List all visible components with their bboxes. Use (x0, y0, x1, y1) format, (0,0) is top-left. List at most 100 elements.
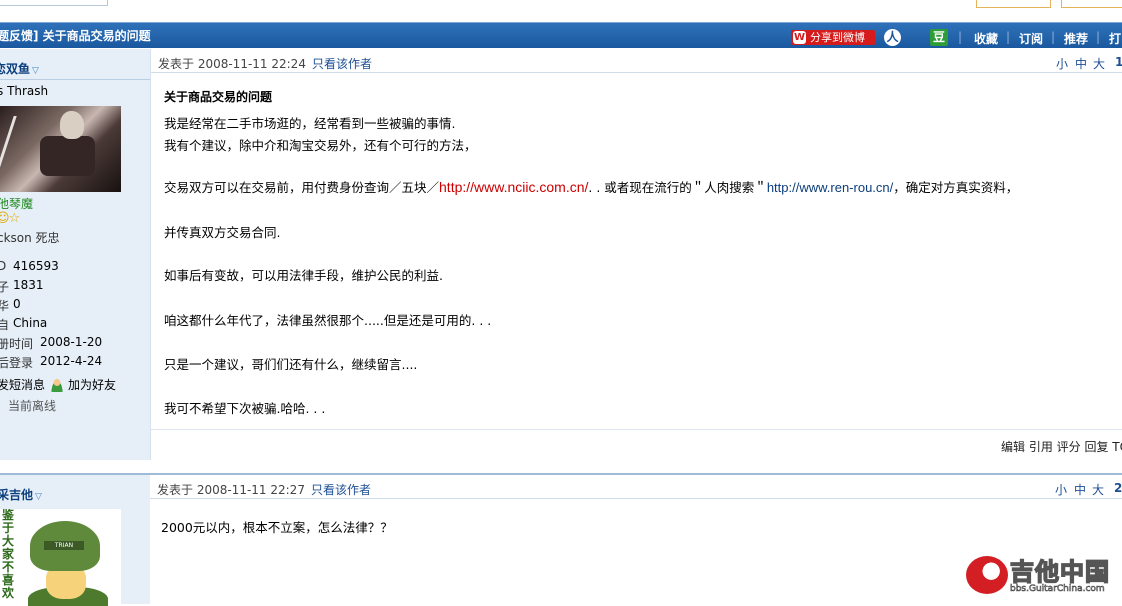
avatar-caption: 鉴于大家不喜欢 (2, 509, 15, 600)
stat-label: 自 (0, 318, 10, 332)
author-sidebar: 恋双鱼 ▽ s Thrash 他琴魔 ☺☆ ckson 死忠 D 416593 子1… (0, 49, 150, 460)
post-line: 我可不希望下次被骗.哈哈. . . (164, 401, 326, 416)
rank-stars-icon: ☺☆ (0, 211, 20, 226)
stat-label: 册时间 (0, 337, 34, 351)
weibo-icon: W (793, 31, 806, 44)
chevron-down-icon[interactable]: ▽ (35, 492, 42, 502)
stat-posts: 子 1831 (0, 278, 44, 295)
stat-label: 华 (0, 299, 10, 313)
author-name-text[interactable]: 恋双鱼 (0, 62, 30, 76)
post-header: 发表于 2008-11-11 22:24 只看该作者 小 中 大 1 (151, 49, 1122, 73)
watermark-text: 吉他中国 (1009, 557, 1110, 587)
renrou-link[interactable]: http://www.ren-rou.cn/ (767, 180, 893, 195)
add-friend-link[interactable]: 加为好友 (68, 378, 116, 392)
post-operations[interactable]: 编辑 引用 评分 回复 TO (1001, 438, 1122, 455)
post-text: . . 或者现在流行的＂人肉搜索＂ (588, 180, 767, 195)
post-line: 2000元以内，根本不立案，怎么法律？？ (161, 520, 393, 535)
guitarchina-logo-icon (966, 556, 1008, 594)
online-status: 当前离线 (8, 399, 57, 413)
floor-number[interactable]: 2 (1114, 481, 1122, 495)
subscribe-button[interactable]: 订阅 (1019, 30, 1043, 47)
post-title: 关于商品交易的问题 (164, 90, 273, 104)
avatar-body-shape (40, 136, 95, 176)
thread-title-bar: 题反馈] 关于商品交易的问题 W 分享到微博 人 豆 | 收藏 | 订阅 | 推… (0, 22, 1122, 48)
font-large-button[interactable]: 大 (1093, 55, 1105, 72)
font-small-button[interactable]: 小 (1055, 481, 1067, 498)
avatar: 鉴于大家不喜欢 TRIAN (0, 509, 121, 606)
post-text: 交易双方可以在交易前，用付费身份查询／五块／ (164, 180, 440, 195)
favorite-button[interactable]: 收藏 (974, 30, 998, 47)
author-sidebar: 采吉他 ▽ 鉴于大家不喜欢 TRIAN (0, 473, 150, 606)
renren-share-icon[interactable]: 人 (884, 29, 901, 46)
post-line: 并传真双方交易合同. (164, 225, 281, 240)
avatar (0, 106, 121, 192)
stat-label: D (0, 259, 7, 273)
author-rank: 他琴魔 (0, 197, 34, 211)
divider: | (958, 30, 963, 44)
reply-button-fragment[interactable] (1061, 0, 1122, 8)
post-1: 恋双鱼 ▽ s Thrash 他琴魔 ☺☆ ckson 死忠 D 416593 子1… (0, 49, 1122, 460)
post-button-fragment[interactable] (976, 0, 1051, 8)
search-box-fragment[interactable] (0, 0, 108, 6)
post-line: 咱这都什么年代了，法律虽然很那个.....但是还是可用的. . . (164, 313, 492, 328)
nciic-link[interactable]: http://www.nciic.com.cn/ (439, 179, 588, 195)
post-footer: 编辑 引用 评分 回复 TO (151, 429, 1122, 460)
share-weibo-label: 分享到微博 (810, 31, 865, 44)
stat-register-date: 册时间 2008-1-20 (0, 335, 102, 352)
sidebar-divider (0, 79, 150, 80)
author-name-text[interactable]: 采吉他 (0, 488, 33, 502)
chevron-down-icon[interactable]: ▽ (32, 66, 39, 76)
stat-value: China (13, 316, 48, 330)
post-line: 只是一个建议，哥们们还有什么，继续留言.... (164, 357, 418, 372)
watermark-url: bbs.GuitarChina.com (1010, 584, 1105, 595)
send-message-link[interactable]: 发短消息 (0, 378, 45, 392)
font-medium-button[interactable]: 中 (1074, 481, 1086, 498)
stat-label: 后登录 (0, 356, 34, 370)
stat-value: 0 (13, 297, 21, 311)
font-small-button[interactable]: 小 (1056, 55, 1068, 72)
author-tagline: ckson 死忠 (0, 231, 60, 245)
post-body: 发表于 2008-11-11 22:24 只看该作者 小 中 大 1 关于商品交易… (150, 49, 1122, 460)
author-name[interactable]: 采吉他 ▽ (0, 486, 42, 503)
post-line: 我是经常在二手市场逛的，经常看到一些被骗的事情. (164, 116, 456, 131)
floor-number[interactable]: 1 (1115, 55, 1122, 69)
divider: | (1051, 30, 1056, 44)
stat-value: 2012-4-24 (40, 354, 103, 368)
author-name[interactable]: 恋双鱼 ▽ (0, 60, 39, 77)
share-weibo-button[interactable]: W 分享到微博 (791, 30, 875, 45)
stat-label: 子 (0, 280, 10, 294)
avatar-guitar-shape (0, 116, 44, 176)
divider: | (1006, 30, 1011, 44)
stat-digest: 华0 (0, 297, 21, 314)
site-watermark: 吉他中国 bbs.GuitarChina.com (966, 552, 1122, 604)
author-actions: 发短消息 加为好友 (0, 376, 116, 393)
divider: | (1096, 30, 1101, 44)
stat-value: 416593 (13, 259, 59, 273)
post-header: 发表于 2008-11-11 22:27 只看该作者 小 中 大 2 (150, 475, 1122, 499)
thread-title: 题反馈] 关于商品交易的问题 (0, 29, 151, 43)
stat-uid: D 416593 (0, 259, 59, 273)
stat-value: 1831 (13, 278, 44, 292)
print-button[interactable]: 打 (1109, 30, 1121, 47)
top-strip (0, 0, 1122, 22)
avatar-face-shape (60, 111, 84, 139)
add-friend-icon[interactable] (50, 378, 65, 392)
douban-share-icon[interactable]: 豆 (930, 29, 948, 46)
author-only-link[interactable]: 只看该作者 (311, 483, 371, 497)
stat-value: 2008-1-20 (40, 335, 103, 349)
post-line: 交易双方可以在交易前，用付费身份查询／五块／http://www.nciic.c… (164, 177, 1018, 196)
post-date: 发表于 2008-11-11 22:24 (158, 57, 306, 71)
post-text: ，确定对方真实资料， (893, 180, 1019, 195)
post-date: 发表于 2008-11-11 22:27 (157, 483, 305, 497)
post-line: 如事后有变故，可以用法律手段，维护公民的利益. (164, 268, 443, 283)
avatar-helmet-band: TRIAN (44, 541, 84, 550)
font-large-button[interactable]: 大 (1092, 481, 1104, 498)
font-medium-button[interactable]: 中 (1075, 55, 1087, 72)
recommend-button[interactable]: 推荐 (1064, 30, 1088, 47)
stat-last-login: 后登录 2012-4-24 (0, 354, 102, 371)
post-2: 采吉他 ▽ 鉴于大家不喜欢 TRIAN 发表于 2008-11-11 22:27 只… (0, 473, 1122, 606)
post-meta: 发表于 2008-11-11 22:24 只看该作者 (158, 55, 372, 72)
author-only-link[interactable]: 只看该作者 (312, 57, 372, 71)
post-line: 我有个建议，除中介和淘宝交易外，还有个可行的方法， (164, 138, 477, 153)
author-custom-title: s Thrash (0, 84, 49, 98)
